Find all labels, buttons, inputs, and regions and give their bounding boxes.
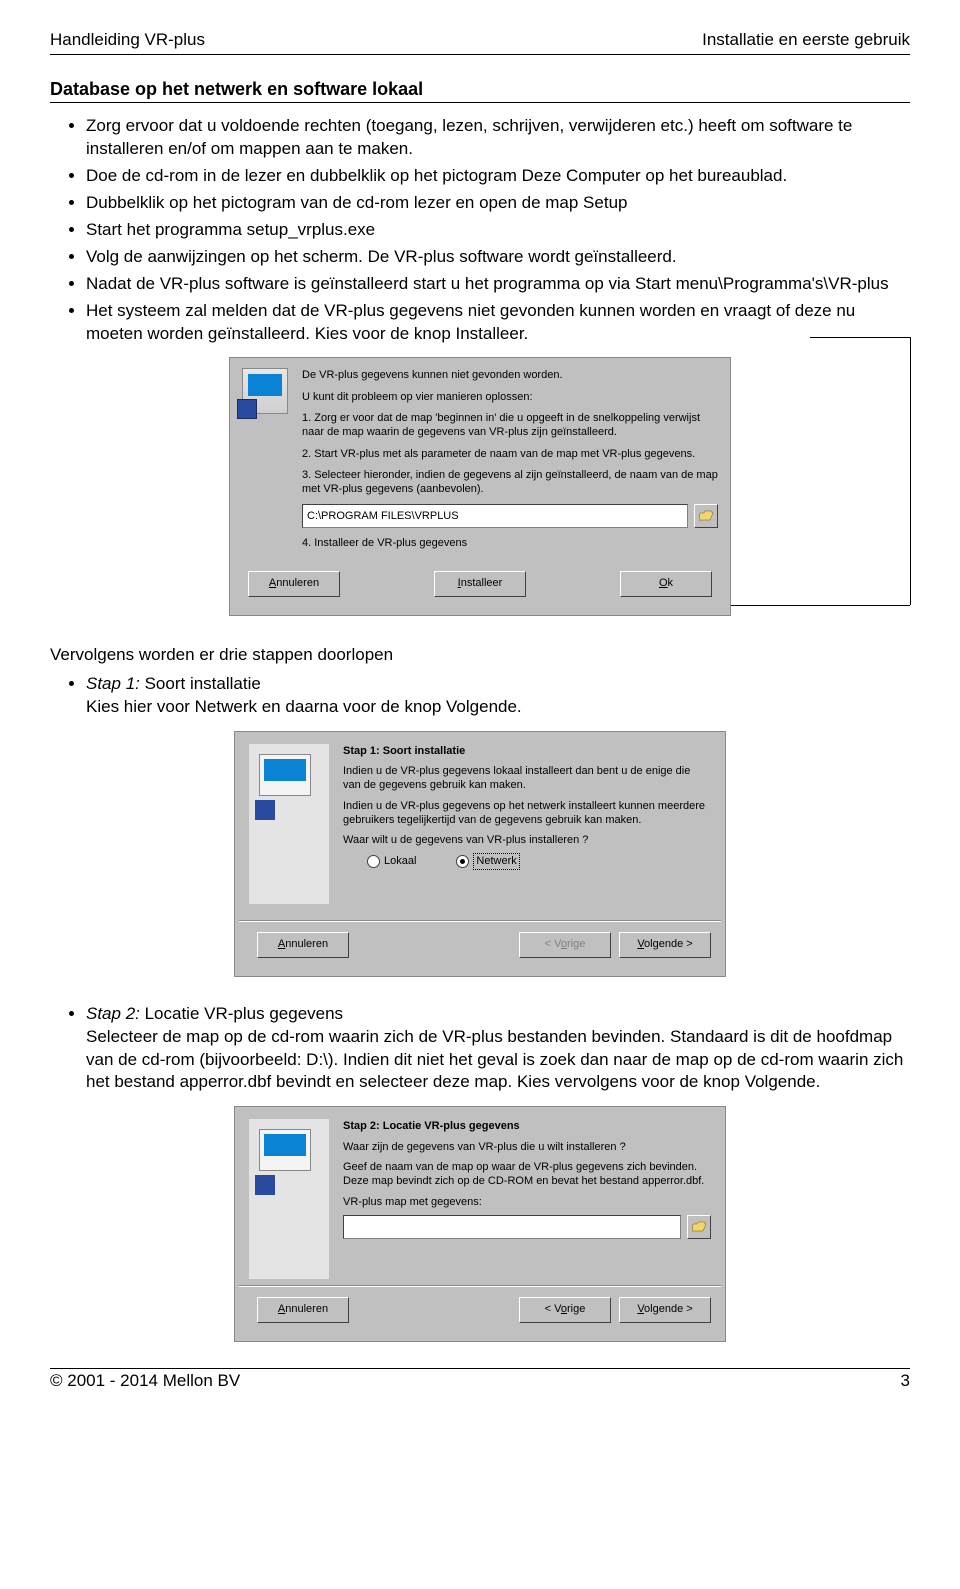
dialog-line: 2. Start VR-plus met als parameter de na… [302, 447, 718, 461]
dialog-line: De VR-plus gegevens kunnen niet gevonden… [302, 368, 718, 382]
install-button[interactable]: Installeer [434, 571, 526, 597]
wizard-sidebar-graphic [249, 1119, 329, 1279]
section-rule [50, 102, 910, 103]
list-item: Stap 1: Soort installatie Kies hier voor… [86, 673, 910, 719]
list-item: Zorg ervoor dat u voldoende rechten (toe… [86, 115, 910, 161]
page-header: Handleiding VR-plus Installatie en eerst… [50, 30, 910, 50]
computer-icon [242, 368, 288, 414]
step2-list: Stap 2: Locatie VR-plus gegevens Selecte… [50, 1003, 910, 1095]
prev-button[interactable]: < Vorige [519, 932, 611, 958]
dialog-line: 4. Installeer de VR-plus gegevens [302, 536, 718, 550]
wizard-text: Waar zijn de gegevens van VR-plus die u … [343, 1140, 711, 1154]
ok-button[interactable]: Ok [620, 571, 712, 597]
folder-open-icon [699, 510, 713, 521]
list-item: Stap 2: Locatie VR-plus gegevens Selecte… [86, 1003, 910, 1095]
list-item: Dubbelklik op het pictogram van de cd-ro… [86, 192, 910, 215]
footer-left: © 2001 - 2014 Mellon BV [50, 1371, 240, 1391]
wizard2-container: Stap 2: Locatie VR-plus gegevens Waar zi… [50, 1106, 910, 1342]
footer-page-number: 3 [901, 1371, 910, 1391]
next-button[interactable]: Volgende > [619, 932, 711, 958]
header-left: Handleiding VR-plus [50, 30, 205, 50]
list-item: Doe de cd-rom in de lezer en dubbelklik … [86, 165, 910, 188]
step-desc: Selecteer de map op de cd-rom waarin zic… [86, 1026, 910, 1095]
wizard-title: Stap 1: Soort installatie [343, 744, 711, 758]
step-label: Stap 2: [86, 1004, 140, 1023]
folder-open-icon [692, 1221, 706, 1232]
dialog-missing-data: De VR-plus gegevens kunnen niet gevonden… [229, 357, 731, 615]
wizard-text: Geef de naam van de map op waar de VR-pl… [343, 1160, 711, 1189]
wizard-text: Indien u de VR-plus gegevens lokaal inst… [343, 764, 711, 793]
path-input[interactable] [302, 504, 688, 528]
wizard-step1: Stap 1: Soort installatie Indien u de VR… [234, 731, 726, 977]
section-heading: Database op het netwerk en software loka… [50, 79, 910, 100]
dialog-text: De VR-plus gegevens kunnen niet gevonden… [302, 368, 718, 556]
dialog-line: 1. Zorg er voor dat de map 'beginnen in'… [302, 411, 718, 440]
cancel-button[interactable]: Annuleren [257, 932, 349, 958]
prev-button[interactable]: < Vorige [519, 1297, 611, 1323]
header-right: Installatie en eerste gebruik [702, 30, 910, 50]
header-rule [50, 54, 910, 55]
page-footer: © 2001 - 2014 Mellon BV 3 [50, 1369, 910, 1401]
path-input[interactable] [343, 1215, 681, 1239]
dialog-line: 3. Selecteer hieronder, indien de gegeve… [302, 468, 718, 497]
step1-list: Stap 1: Soort installatie Kies hier voor… [50, 673, 910, 719]
cancel-button[interactable]: Annuleren [257, 1297, 349, 1323]
input-label: VR-plus map met gegevens: [343, 1195, 711, 1209]
dialog-line: U kunt dit probleem op vier manieren opl… [302, 390, 718, 404]
list-item: Start het programma setup_vrplus.exe [86, 219, 910, 242]
list-item: Nadat de VR-plus software is geïnstallee… [86, 273, 910, 296]
step-label: Stap 1: [86, 674, 140, 693]
dialog1-container: De VR-plus gegevens kunnen niet gevonden… [50, 357, 910, 615]
paragraph: Vervolgens worden er drie stappen doorlo… [50, 644, 910, 667]
wizard-step2: Stap 2: Locatie VR-plus gegevens Waar zi… [234, 1106, 726, 1342]
browse-button[interactable] [687, 1215, 711, 1239]
browse-button[interactable] [694, 504, 718, 528]
list-item: Volg de aanwijzingen op het scherm. De V… [86, 246, 910, 269]
wizard-text: Waar wilt u de gegevens van VR-plus inst… [343, 833, 711, 847]
list-item: Het systeem zal melden dat de VR-plus ge… [86, 300, 910, 346]
step-desc: Kies hier voor Netwerk en daarna voor de… [86, 696, 910, 719]
wizard-sidebar-graphic [249, 744, 329, 904]
wizard-title: Stap 2: Locatie VR-plus gegevens [343, 1119, 711, 1133]
instruction-list: Zorg ervoor dat u voldoende rechten (toe… [50, 115, 910, 345]
radio-local[interactable]: Lokaal [367, 854, 416, 868]
next-button[interactable]: Volgende > [619, 1297, 711, 1323]
wizard-text: Indien u de VR-plus gegevens op het netw… [343, 799, 711, 828]
cancel-button[interactable]: Annuleren [248, 571, 340, 597]
radio-network[interactable]: Netwerk [456, 853, 519, 869]
